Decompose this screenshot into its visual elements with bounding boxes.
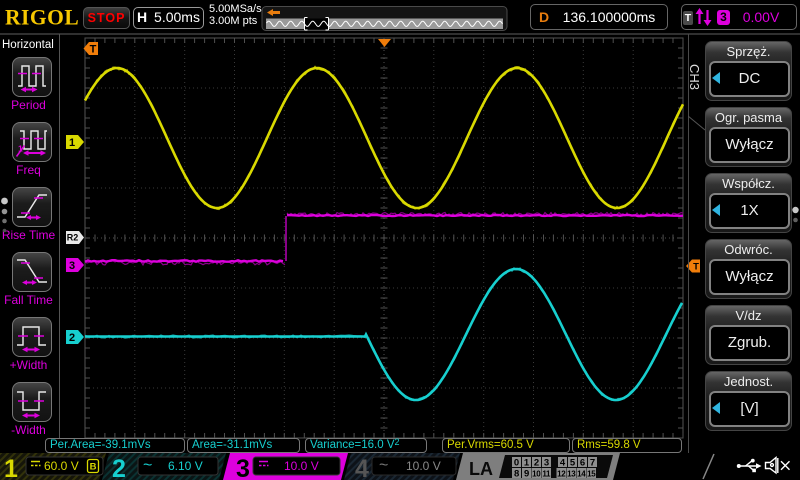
- svg-text:11: 11: [542, 469, 551, 478]
- svg-text:9: 9: [524, 468, 529, 479]
- svg-text:6.10 V: 6.10 V: [168, 459, 203, 473]
- svg-text:3: 3: [236, 455, 250, 480]
- svg-text:14: 14: [577, 469, 586, 478]
- svg-text:4: 4: [560, 458, 566, 469]
- svg-text:3: 3: [544, 458, 549, 469]
- svg-text:60.0 V: 60.0 V: [44, 459, 79, 473]
- svg-text:8: 8: [514, 468, 519, 479]
- svg-text:6: 6: [580, 458, 585, 469]
- svg-text:13: 13: [567, 469, 576, 478]
- svg-text:10.0 V: 10.0 V: [406, 459, 441, 473]
- svg-text:4: 4: [355, 455, 369, 480]
- svg-text:1: 1: [524, 458, 530, 469]
- svg-text:10.0 V: 10.0 V: [284, 459, 319, 473]
- svg-text:5: 5: [570, 458, 576, 469]
- svg-text:12: 12: [557, 469, 566, 478]
- svg-text:1: 1: [4, 455, 18, 480]
- svg-text:B: B: [90, 462, 97, 473]
- svg-text:2: 2: [112, 455, 126, 480]
- svg-text:~: ~: [379, 457, 388, 474]
- svg-text:7: 7: [590, 458, 595, 469]
- svg-text:15: 15: [587, 469, 596, 478]
- svg-text:~: ~: [143, 457, 152, 474]
- svg-text:0: 0: [514, 458, 519, 469]
- svg-text:2: 2: [534, 458, 539, 469]
- svg-text:LA: LA: [469, 459, 493, 479]
- svg-text:10: 10: [532, 469, 541, 478]
